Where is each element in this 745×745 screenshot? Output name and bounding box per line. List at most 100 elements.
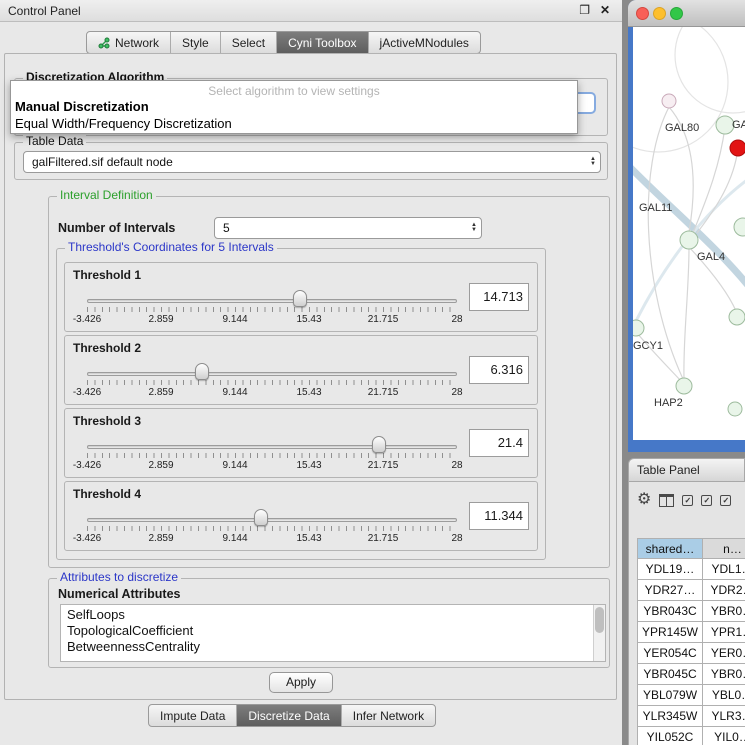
slider-ticks — [87, 453, 457, 458]
edge[interactable] — [648, 107, 683, 379]
node[interactable] — [729, 309, 745, 325]
node-selected-red[interactable] — [730, 140, 745, 156]
float-window-icon[interactable]: ❐ — [579, 3, 590, 17]
edge[interactable] — [635, 177, 745, 323]
algorithm-option-manual[interactable]: Manual Discretization — [11, 98, 577, 115]
slider-track[interactable] — [87, 299, 457, 303]
cell[interactable]: YBR0… — [703, 601, 745, 622]
network-icon — [98, 37, 110, 49]
tab-style[interactable]: Style — [171, 32, 221, 53]
node[interactable] — [734, 218, 745, 236]
number-of-intervals-combo[interactable]: 5 ▲▼ — [214, 217, 482, 239]
cell[interactable]: YPR145W — [637, 622, 703, 643]
threshold-1-slider[interactable]: -3.4262.8599.14415.4321.71528 — [87, 287, 457, 329]
cell[interactable]: YBL0… — [703, 685, 745, 706]
cell[interactable]: YBL079W — [637, 685, 703, 706]
table-row[interactable]: YDR27… YDR2… — [637, 580, 745, 601]
number-of-intervals-label: Number of Intervals — [58, 221, 175, 235]
slider-track[interactable] — [87, 445, 457, 449]
table-row[interactable]: YIL052C YIL0… — [637, 727, 745, 745]
checkbox-icon[interactable]: ✓ — [701, 495, 712, 506]
columns-icon[interactable] — [659, 494, 674, 507]
list-item[interactable]: TopologicalCoefficient — [61, 623, 605, 639]
threshold-3-slider[interactable]: -3.4262.8599.14415.4321.71528 — [87, 433, 457, 475]
tab-infer-network[interactable]: Infer Network — [342, 705, 435, 726]
threshold-3-value-field[interactable]: 21.4 — [469, 429, 529, 457]
node-label-partial: GA — [732, 119, 745, 131]
slider-thumb[interactable] — [372, 436, 386, 453]
tab-label: Impute Data — [160, 709, 225, 723]
table-data-group: Table Data galFiltered.sif default node … — [14, 142, 608, 180]
zoom-traffic-light[interactable] — [670, 7, 683, 20]
network-canvas[interactable]: GAL80 GA GAL11 GAL4 GCY1 HAP2 — [633, 27, 745, 440]
cell[interactable]: YBR0… — [703, 664, 745, 685]
slider-thumb[interactable] — [293, 290, 307, 307]
cell[interactable]: YDR2… — [703, 580, 745, 601]
table-row[interactable]: YPR145W YPR1… — [637, 622, 745, 643]
node[interactable] — [633, 320, 644, 336]
top-tab-bar: Network Style Select Cyni Toolbox jActiv… — [86, 31, 481, 54]
slider-scale: -3.4262.8599.14415.4321.71528 — [87, 314, 457, 326]
cell[interactable]: YIL052C — [637, 727, 703, 745]
table-toolbar: ⚙ ✓ ✓ ✓ — [637, 488, 731, 512]
cell[interactable]: YER054C — [637, 643, 703, 664]
threshold-2-slider[interactable]: -3.4262.8599.14415.4321.71528 — [87, 360, 457, 402]
cell[interactable]: YPR1… — [703, 622, 745, 643]
slider-ticks — [87, 380, 457, 385]
slider-track[interactable] — [87, 372, 457, 376]
cell[interactable]: YDL19… — [637, 559, 703, 580]
attributes-group-title: Attributes to discretize — [57, 570, 181, 584]
table-row[interactable]: YBR043C YBR0… — [637, 601, 745, 622]
table-data-combo[interactable]: galFiltered.sif default node ▲▼ — [23, 151, 601, 173]
slider-track[interactable] — [87, 518, 457, 522]
tab-select[interactable]: Select — [221, 32, 277, 53]
apply-button[interactable]: Apply — [269, 672, 333, 693]
checkbox-icon[interactable]: ✓ — [682, 495, 693, 506]
table-row[interactable]: YLR345W YLR3… — [637, 706, 745, 727]
table-row[interactable]: YDL19… YDL1… — [637, 559, 745, 580]
tab-impute-data[interactable]: Impute Data — [149, 705, 237, 726]
edge[interactable] — [684, 247, 689, 378]
minimize-traffic-light[interactable] — [653, 7, 666, 20]
cell[interactable]: YLR345W — [637, 706, 703, 727]
cell[interactable]: YBR043C — [637, 601, 703, 622]
gear-icon[interactable]: ⚙ — [637, 490, 651, 510]
attributes-scrollbar[interactable] — [593, 605, 605, 661]
checkbox-icon[interactable]: ✓ — [720, 495, 731, 506]
cell[interactable]: YER0… — [703, 643, 745, 664]
slider-thumb[interactable] — [254, 509, 268, 526]
table-row[interactable]: YER054C YER0… — [637, 643, 745, 664]
table-row[interactable]: YBR045C YBR0… — [637, 664, 745, 685]
control-panel-title: Control Panel — [8, 4, 81, 18]
network-graph[interactable]: GAL80 GA GAL11 GAL4 GCY1 HAP2 — [633, 27, 745, 440]
cell[interactable]: YDL1… — [703, 559, 745, 580]
scrollbar-thumb[interactable] — [595, 607, 604, 633]
slider-thumb[interactable] — [195, 363, 209, 380]
threshold-4-slider[interactable]: -3.4262.8599.14415.4321.71528 — [87, 506, 457, 548]
cell[interactable]: YIL0… — [703, 727, 745, 745]
node[interactable] — [662, 94, 676, 108]
column-header-shared-name[interactable]: shared… — [637, 538, 703, 559]
close-traffic-light[interactable] — [636, 7, 649, 20]
table-row[interactable]: YBL079W YBL0… — [637, 685, 745, 706]
network-window-titlebar[interactable] — [628, 0, 745, 27]
threshold-2-value-field[interactable]: 6.316 — [469, 356, 529, 384]
threshold-3-label: Threshold 3 — [73, 414, 141, 428]
node[interactable] — [728, 402, 742, 416]
threshold-1-value-field[interactable]: 14.713 — [469, 283, 529, 311]
node[interactable] — [676, 378, 692, 394]
cell[interactable]: YLR3… — [703, 706, 745, 727]
cell[interactable]: YBR045C — [637, 664, 703, 685]
cell[interactable]: YDR27… — [637, 580, 703, 601]
list-item[interactable]: SelfLoops — [61, 605, 605, 623]
threshold-4-value-field[interactable]: 11.344 — [469, 502, 529, 530]
close-panel-icon[interactable]: ✕ — [600, 3, 610, 17]
tab-discretize-data[interactable]: Discretize Data — [237, 705, 341, 726]
tab-cyni-toolbox[interactable]: Cyni Toolbox — [277, 32, 368, 53]
column-header-name[interactable]: n… — [703, 538, 745, 559]
tab-network[interactable]: Network — [87, 32, 171, 53]
tab-jactivemnodules[interactable]: jActiveMNodules — [369, 32, 480, 53]
node[interactable] — [680, 231, 698, 249]
list-item[interactable]: BetweennessCentrality — [61, 639, 605, 655]
algorithm-option-equal-width[interactable]: Equal Width/Frequency Discretization — [11, 115, 577, 132]
